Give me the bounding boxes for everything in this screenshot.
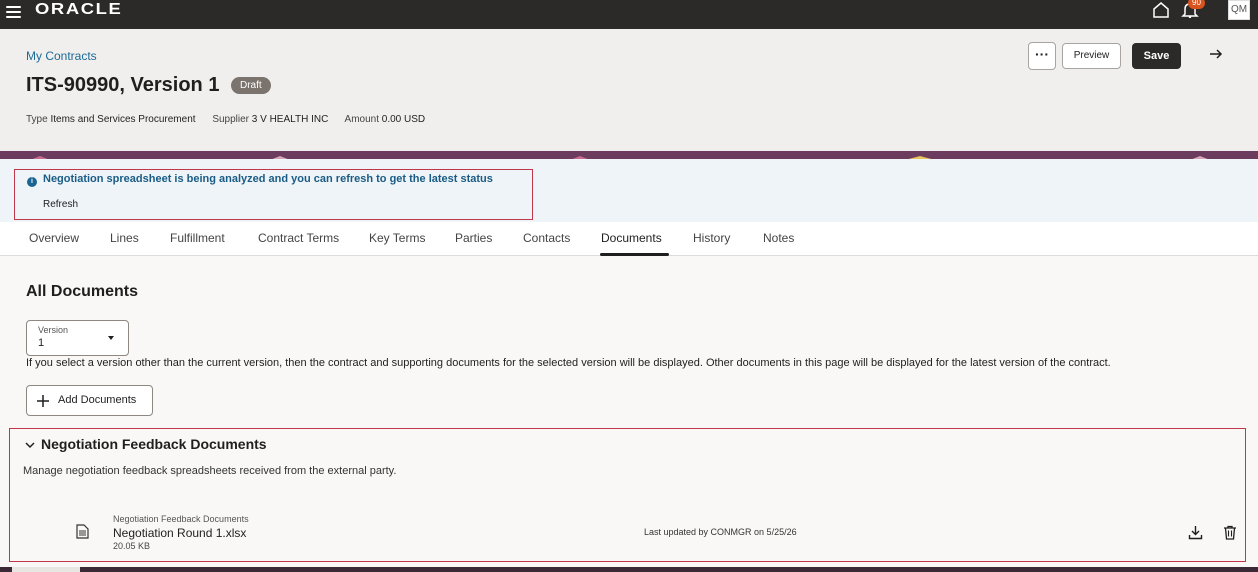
collapse-chevron-icon[interactable] <box>24 440 36 450</box>
meta-supplier-value: 3 V HEALTH INC <box>251 114 329 125</box>
meta-supplier: Supplier 3 V HEALTH INC <box>212 114 328 125</box>
meta-supplier-label: Supplier <box>212 114 250 125</box>
meta-type-label: Type <box>26 114 48 125</box>
save-button[interactable]: Save <box>1132 43 1181 69</box>
add-documents-button[interactable]: Add Documents <box>26 385 153 416</box>
document-size: 20.05 KB <box>113 541 151 551</box>
document-category: Negotiation Feedback Documents <box>113 514 249 524</box>
chevron-down-icon <box>108 336 114 340</box>
active-tab-indicator <box>600 253 669 256</box>
document-icon <box>76 524 89 539</box>
version-select-label: Version <box>38 325 69 335</box>
message-text: Negotiation spreadsheet is being analyze… <box>43 173 493 185</box>
version-select-value: 1 <box>38 337 45 349</box>
document-updated: Last updated by CONMGR on 5/25/26 <box>644 527 797 537</box>
version-select[interactable]: Version 1 <box>26 320 129 356</box>
tab-notes[interactable]: Notes <box>763 231 794 245</box>
plus-icon <box>37 395 49 407</box>
download-icon[interactable] <box>1188 525 1203 540</box>
home-icon[interactable] <box>1152 2 1170 18</box>
section-description: Manage negotiation feedback spreadsheets… <box>23 465 397 477</box>
meta-amount-label: Amount <box>344 114 379 125</box>
meta-type: Type Items and Services Procurement <box>26 114 196 125</box>
arrow-right-icon[interactable] <box>1208 46 1224 62</box>
bottom-strip-tab <box>12 567 80 572</box>
bottom-strip <box>0 567 1258 572</box>
meta-amount: Amount 0.00 USD <box>345 114 426 125</box>
tab-contacts[interactable]: Contacts <box>523 231 570 245</box>
menu-icon[interactable] <box>6 4 22 18</box>
tab-documents[interactable]: Documents <box>601 231 662 245</box>
documents-panel: All Documents Version 1 If you select a … <box>0 257 1258 572</box>
notification-badge: 90 <box>1188 0 1205 9</box>
document-name[interactable]: Negotiation Round 1.xlsx <box>113 526 246 540</box>
info-icon: i <box>27 177 37 187</box>
oracle-logo: ORACLE <box>35 1 123 18</box>
version-help-text: If you select a version other than the c… <box>26 357 1111 369</box>
tab-history[interactable]: History <box>693 231 730 245</box>
section-heading: All Documents <box>26 283 139 300</box>
message-area: i Negotiation spreadsheet is being analy… <box>0 159 1258 222</box>
page-header: My Contracts ITS-90990, Version 1 Draft … <box>0 29 1258 151</box>
preview-button[interactable]: Preview <box>1062 43 1121 69</box>
contract-meta: Type Items and Services Procurement Supp… <box>26 114 439 125</box>
tab-lines[interactable]: Lines <box>110 231 139 245</box>
add-documents-label: Add Documents <box>58 394 137 406</box>
status-badge: Draft <box>231 77 271 94</box>
tab-overview[interactable]: Overview <box>29 231 79 245</box>
decorative-banner <box>0 151 1258 159</box>
section-title: Negotiation Feedback Documents <box>41 436 267 452</box>
meta-type-value: Items and Services Procurement <box>50 114 196 125</box>
breadcrumb[interactable]: My Contracts <box>26 49 97 63</box>
tab-contract-terms[interactable]: Contract Terms <box>258 231 339 245</box>
info-message: i Negotiation spreadsheet is being analy… <box>14 169 533 220</box>
negotiation-feedback-section: Negotiation Feedback Documents Manage ne… <box>9 428 1246 562</box>
tab-parties[interactable]: Parties <box>455 231 492 245</box>
meta-amount-value: 0.00 USD <box>381 114 426 125</box>
global-header: ORACLE 90 QM <box>0 0 1258 29</box>
more-actions-button[interactable]: ··· <box>1028 42 1056 70</box>
page-title: ITS-90990, Version 1 <box>26 74 220 96</box>
tab-fulfillment[interactable]: Fulfillment <box>170 231 225 245</box>
tab-bar: Overview Lines Fulfillment Contract Term… <box>0 222 1258 256</box>
trash-icon[interactable] <box>1223 525 1237 540</box>
tab-key-terms[interactable]: Key Terms <box>369 231 425 245</box>
user-avatar[interactable]: QM <box>1228 0 1250 20</box>
refresh-link[interactable]: Refresh <box>43 199 78 210</box>
